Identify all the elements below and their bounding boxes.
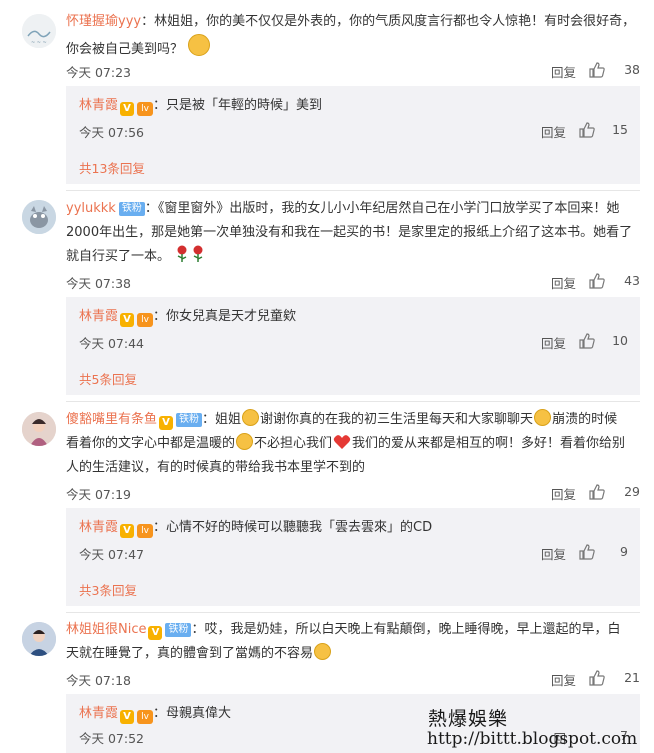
more-replies-link[interactable]: 共13条回复: [79, 158, 145, 177]
comment-meta: 今天 07:23 回复 38: [66, 62, 640, 82]
sub-reply-username[interactable]: 林青霞: [79, 98, 118, 113]
more-replies-link[interactable]: 共3条回复: [79, 580, 137, 599]
verified-badge-icon: V: [120, 313, 135, 327]
like-count: 9: [620, 544, 628, 559]
rose-emoji-icon: [193, 245, 203, 262]
divider: [66, 401, 640, 402]
watermark-url: http://bittt.blogspot.com: [427, 729, 638, 749]
comment-username[interactable]: 傻豁嘴里有条鱼: [66, 412, 157, 427]
sub-reply-text: 林青霞 Vlv ：心情不好的時候可以聽聽我「雲去雲來」的CD: [79, 520, 433, 538]
comment-text: 怀瑾握瑜yyy：林姐姐，你的美不仅仅是外表的，你的气质风度言行都也令人惊艳！有时…: [66, 14, 636, 57]
sub-reply-time: 今天 07:47: [79, 547, 144, 562]
avatar[interactable]: [22, 412, 56, 446]
avatar[interactable]: ~ ~ ~: [22, 14, 56, 48]
comment-meta: 今天 07:18 回复 21: [66, 670, 640, 690]
fan-badge: 铁粉: [176, 413, 203, 427]
reply-button[interactable]: 回复: [541, 544, 566, 563]
sub-reply-time: 今天 07:52: [79, 731, 144, 746]
like-count: 38: [624, 62, 640, 77]
sub-reply-text: 林青霞 Vlv ：只是被「年輕的時候」美到: [79, 98, 323, 116]
sub-reply-box: 林青霞 Vlv ：心情不好的時候可以聽聽我「雲去雲來」的CD 今天 07:47 回复…: [66, 508, 640, 606]
like-count: 15: [612, 122, 628, 137]
level-badge-icon: lv: [137, 102, 154, 116]
reply-button[interactable]: 回复: [551, 62, 576, 81]
sub-reply-meta: 今天 07:56 回复 15: [79, 122, 628, 142]
fan-badge: 铁粉: [165, 623, 192, 637]
heart-emoji-icon: [333, 435, 351, 449]
avatar[interactable]: [22, 200, 56, 234]
comment-text: yylukkk 铁粉 ：《窗里窗外》出版时，我的女儿小小年纪居然自己在小学门口放学买…: [66, 201, 633, 264]
sub-reply-box: 林青霞 Vlv ：你女兒真是天才兒童欸 今天 07:44 回复 10 共5条回复: [66, 297, 640, 395]
level-badge-icon: lv: [137, 313, 154, 327]
divider: [66, 190, 640, 191]
sub-reply-meta: 今天 07:44 回复 10: [79, 333, 628, 353]
divider: [66, 612, 640, 613]
verified-badge-icon: V: [148, 626, 163, 640]
sub-reply-text: 林青霞 Vlv ：母親真偉大: [79, 706, 232, 724]
sub-reply-time: 今天 07:56: [79, 125, 144, 140]
sub-reply-box: 林青霞 Vlv ：只是被「年輕的時候」美到 今天 07:56 回复 15 共13条回…: [66, 86, 640, 184]
crying-emoji-icon: [534, 409, 552, 426]
like-count: 29: [624, 484, 640, 499]
comment-username[interactable]: 林姐姐很Nice: [66, 622, 146, 637]
emoji-icon: [188, 34, 211, 56]
comment-username[interactable]: yylukkk: [66, 201, 116, 216]
svg-text:~ ~ ~: ~ ~ ~: [31, 40, 47, 46]
comment-meta: 今天 07:38 回复 43: [66, 273, 640, 293]
sub-reply-username[interactable]: 林青霞: [79, 520, 118, 535]
watermark-title: 熱爆娛樂: [428, 708, 509, 730]
comment-username[interactable]: 怀瑾握瑜yyy: [66, 14, 141, 29]
comment-meta: 今天 07:19 回复 29: [66, 484, 640, 504]
reply-button[interactable]: 回复: [551, 670, 576, 689]
comment-time: 今天 07:19: [66, 487, 131, 502]
avatar[interactable]: [22, 622, 56, 656]
more-replies-link[interactable]: 共5条回复: [79, 369, 137, 388]
sub-reply-meta: 今天 07:47 回复 9: [79, 544, 628, 564]
sub-reply-text: 林青霞 Vlv ：你女兒真是天才兒童欸: [79, 309, 297, 327]
verified-badge-icon: V: [120, 102, 135, 116]
reply-button[interactable]: 回复: [541, 122, 566, 141]
comment-text: 林姐姐很Nice V 铁粉 ：哎，我是奶娃，所以白天晚上有點顛倒，晚上睡得晚，早上還起…: [66, 622, 621, 661]
level-badge-icon: lv: [137, 524, 154, 538]
sub-reply-username[interactable]: 林青霞: [79, 706, 118, 721]
like-count: 43: [624, 273, 640, 288]
level-badge-icon: lv: [137, 710, 154, 724]
like-count: 10: [612, 333, 628, 348]
comment-time: 今天 07:18: [66, 673, 131, 688]
crying-emoji-icon: [242, 409, 260, 426]
rose-emoji-icon: [177, 245, 187, 262]
sub-reply-time: 今天 07:44: [79, 336, 144, 351]
comment-text: 傻豁嘴里有条鱼 V 铁粉 ：姐姐 谢谢你真的在我的初三生活里每天和大家聊聊天 崩溃的时候 …: [66, 408, 640, 480]
reply-button[interactable]: 回复: [551, 273, 576, 292]
comment-time: 今天 07:23: [66, 65, 131, 80]
like-count: 21: [624, 670, 640, 685]
crying-emoji-icon: [236, 433, 254, 450]
verified-badge-icon: V: [159, 416, 174, 430]
fan-badge: 铁粉: [118, 202, 145, 216]
sub-reply-username[interactable]: 林青霞: [79, 309, 118, 324]
verified-badge-icon: V: [120, 524, 135, 538]
comment-time: 今天 07:38: [66, 276, 131, 291]
sweat-emoji-icon: [314, 643, 332, 660]
reply-button[interactable]: 回复: [551, 484, 576, 503]
reply-button[interactable]: 回复: [541, 333, 566, 352]
verified-badge-icon: V: [120, 710, 135, 724]
